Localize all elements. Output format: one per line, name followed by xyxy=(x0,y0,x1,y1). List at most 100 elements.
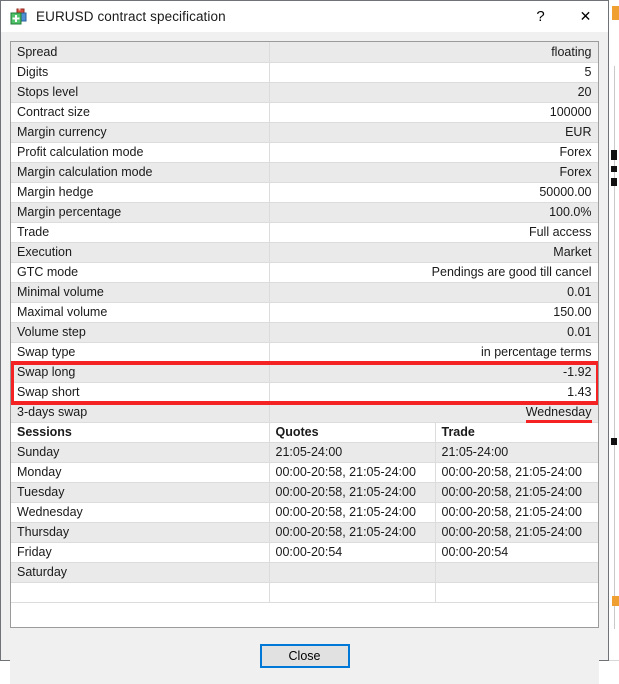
dialog-title: EURUSD contract specification xyxy=(36,9,226,24)
session-trade: 00:00-20:58, 21:05-24:00 xyxy=(435,502,598,522)
dialog-client-area: SpreadfloatingDigits5Stops level20Contra… xyxy=(1,32,608,684)
background-chart-candle-orange-2 xyxy=(612,596,619,606)
session-day: Monday xyxy=(11,462,269,482)
spec-key: Execution xyxy=(11,242,269,262)
table-row[interactable]: 3-days swapWednesday xyxy=(11,402,598,422)
session-day: Tuesday xyxy=(11,482,269,502)
spec-value: 50000.00 xyxy=(269,182,598,202)
table-row[interactable]: Margin percentage100.0% xyxy=(11,202,598,222)
help-button[interactable]: ? xyxy=(518,1,563,32)
background-chart-candle-2 xyxy=(611,166,617,172)
spec-key: Spread xyxy=(11,42,269,62)
spec-value: 20 xyxy=(269,82,598,102)
background-chart-candle-orange xyxy=(612,6,619,20)
session-quotes: 00:00-20:58, 21:05-24:00 xyxy=(269,522,435,542)
spec-value: Market xyxy=(269,242,598,262)
spec-value: in percentage terms xyxy=(269,342,598,362)
spec-value: floating xyxy=(269,42,598,62)
session-quotes: 00:00-20:58, 21:05-24:00 xyxy=(269,482,435,502)
table-row[interactable]: Stops level20 xyxy=(11,82,598,102)
table-row[interactable]: Friday00:00-20:5400:00-20:54 xyxy=(11,542,598,562)
session-day: Friday xyxy=(11,542,269,562)
spec-key: Margin calculation mode xyxy=(11,162,269,182)
spec-key: GTC mode xyxy=(11,262,269,282)
spec-key: Margin currency xyxy=(11,122,269,142)
spec-value: EUR xyxy=(269,122,598,142)
table-row[interactable]: Margin hedge50000.00 xyxy=(11,182,598,202)
session-quotes: 00:00-20:58, 21:05-24:00 xyxy=(269,462,435,482)
spec-key: Swap type xyxy=(11,342,269,362)
sessions-header-row: SessionsQuotesTrade xyxy=(11,422,598,442)
table-row[interactable]: Monday00:00-20:58, 21:05-24:0000:00-20:5… xyxy=(11,462,598,482)
session-trade: 00:00-20:54 xyxy=(435,542,598,562)
session-day: Wednesday xyxy=(11,502,269,522)
spec-value: Forex xyxy=(269,142,598,162)
table-row[interactable]: Swap long-1.92 xyxy=(11,362,598,382)
table-row[interactable]: Wednesday00:00-20:58, 21:05-24:0000:00-2… xyxy=(11,502,598,522)
table-row[interactable]: TradeFull access xyxy=(11,222,598,242)
specification-table: SpreadfloatingDigits5Stops level20Contra… xyxy=(11,42,599,603)
sessions-col-header-day: Sessions xyxy=(11,422,269,442)
background-chart-candle-3 xyxy=(611,178,617,186)
background-chart-candle-1 xyxy=(611,150,617,160)
table-row[interactable]: Minimal volume0.01 xyxy=(11,282,598,302)
table-row[interactable]: Contract size100000 xyxy=(11,102,598,122)
table-row[interactable]: Swap short1.43 xyxy=(11,382,598,402)
spec-key: Margin percentage xyxy=(11,202,269,222)
specification-table-body: SpreadfloatingDigits5Stops level20Contra… xyxy=(11,42,598,602)
spec-value: Full access xyxy=(269,222,598,242)
table-row[interactable]: Digits5 xyxy=(11,62,598,82)
spec-key: Volume step xyxy=(11,322,269,342)
spec-value: 5 xyxy=(269,62,598,82)
spec-value: 150.00 xyxy=(269,302,598,322)
session-trade: 00:00-20:58, 21:05-24:00 xyxy=(435,462,598,482)
spec-key: Maximal volume xyxy=(11,302,269,322)
table-row[interactable]: Margin currencyEUR xyxy=(11,122,598,142)
spec-key: Contract size xyxy=(11,102,269,122)
session-trade: 00:00-20:58, 21:05-24:00 xyxy=(435,482,598,502)
table-row[interactable]: Tuesday00:00-20:58, 21:05-24:0000:00-20:… xyxy=(11,482,598,502)
spec-value: Forex xyxy=(269,162,598,182)
table-row[interactable]: Swap typein percentage terms xyxy=(11,342,598,362)
spec-value: -1.92 xyxy=(269,362,598,382)
spec-value: 0.01 xyxy=(269,322,598,342)
session-trade: 21:05-24:00 xyxy=(435,442,598,462)
table-row[interactable]: Profit calculation modeForex xyxy=(11,142,598,162)
table-row[interactable]: Spreadfloating xyxy=(11,42,598,62)
session-day: Sunday xyxy=(11,442,269,462)
session-quotes xyxy=(269,562,435,582)
contract-spec-icon xyxy=(10,8,28,26)
session-quotes: 00:00-20:58, 21:05-24:00 xyxy=(269,502,435,522)
spec-key: Swap long xyxy=(11,362,269,382)
table-row[interactable]: Thursday00:00-20:58, 21:05-24:0000:00-20… xyxy=(11,522,598,542)
table-row[interactable]: ExecutionMarket xyxy=(11,242,598,262)
spec-value: 100000 xyxy=(269,102,598,122)
table-row[interactable]: Volume step0.01 xyxy=(11,322,598,342)
table-row[interactable]: GTC modePendings are good till cancel xyxy=(11,262,598,282)
spec-key: 3-days swap xyxy=(11,402,269,422)
background-chart-candle-4 xyxy=(611,438,617,445)
table-row[interactable]: Sunday21:05-24:0021:05-24:00 xyxy=(11,442,598,462)
spec-key: Minimal volume xyxy=(11,282,269,302)
spec-value: 100.0% xyxy=(269,202,598,222)
dialog-titlebar[interactable]: EURUSD contract specification ? ✕ xyxy=(1,1,608,32)
contract-specification-dialog: EURUSD contract specification ? ✕ Spread… xyxy=(0,0,609,661)
background-chart-panel xyxy=(610,32,619,669)
session-quotes: 21:05-24:00 xyxy=(269,442,435,462)
spec-key: Digits xyxy=(11,62,269,82)
close-button[interactable]: Close xyxy=(260,644,350,668)
session-trade: 00:00-20:58, 21:05-24:00 xyxy=(435,522,598,542)
spec-key: Stops level xyxy=(11,82,269,102)
spec-key: Swap short xyxy=(11,382,269,402)
table-row[interactable]: Maximal volume150.00 xyxy=(11,302,598,322)
table-row[interactable]: Saturday xyxy=(11,562,598,582)
sessions-col-header-trade: Trade xyxy=(435,422,598,442)
spec-key: Margin hedge xyxy=(11,182,269,202)
table-row[interactable]: Margin calculation modeForex xyxy=(11,162,598,182)
close-icon[interactable]: ✕ xyxy=(563,1,608,32)
specification-table-frame: SpreadfloatingDigits5Stops level20Contra… xyxy=(10,41,599,628)
spec-value: Wednesday xyxy=(269,402,598,422)
spec-key: Trade xyxy=(11,222,269,242)
spec-value: Pendings are good till cancel xyxy=(269,262,598,282)
session-day: Thursday xyxy=(11,522,269,542)
